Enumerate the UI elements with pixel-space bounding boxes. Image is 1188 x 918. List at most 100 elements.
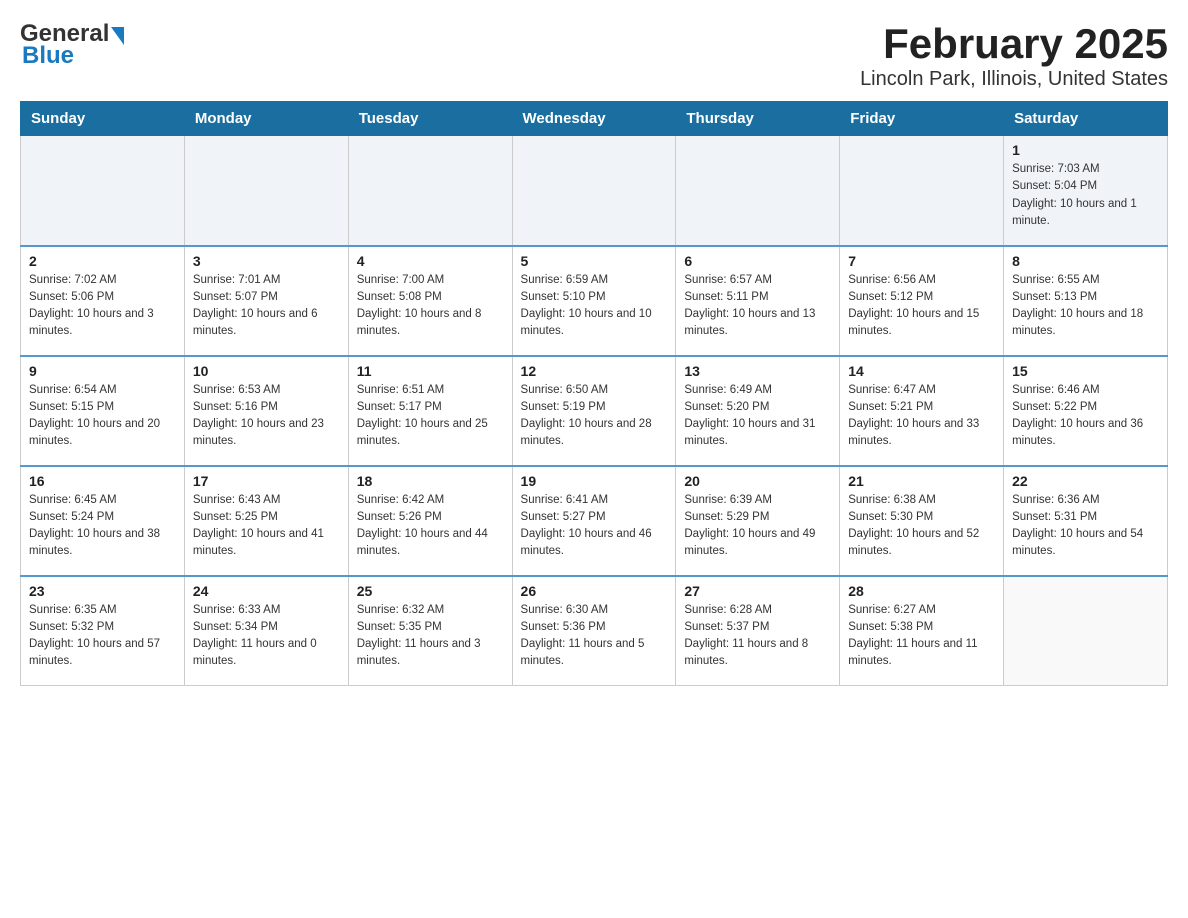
col-tuesday: Tuesday — [348, 102, 512, 136]
calendar-cell: 28 Sunrise: 6:27 AMSunset: 5:38 PMDayligh… — [840, 576, 1004, 686]
day-number: 9 — [29, 363, 176, 379]
day-number: 1 — [1012, 142, 1159, 158]
day-number: 16 — [29, 473, 176, 489]
day-info: Sunrise: 6:41 AMSunset: 5:27 PMDaylight:… — [521, 492, 668, 561]
day-number: 12 — [521, 363, 668, 379]
calendar-cell: 7 Sunrise: 6:56 AMSunset: 5:12 PMDaylight… — [840, 246, 1004, 356]
calendar-cell: 18 Sunrise: 6:42 AMSunset: 5:26 PMDayligh… — [348, 466, 512, 576]
calendar-cell: 15 Sunrise: 6:46 AMSunset: 5:22 PMDayligh… — [1004, 356, 1168, 466]
calendar-cell: 11 Sunrise: 6:51 AMSunset: 5:17 PMDayligh… — [348, 356, 512, 466]
day-info: Sunrise: 6:55 AMSunset: 5:13 PMDaylight:… — [1012, 272, 1159, 341]
logo-blue-text: Blue — [22, 42, 74, 70]
day-number: 14 — [848, 363, 995, 379]
day-info: Sunrise: 6:43 AMSunset: 5:25 PMDaylight:… — [193, 492, 340, 561]
calendar-cell: 14 Sunrise: 6:47 AMSunset: 5:21 PMDayligh… — [840, 356, 1004, 466]
calendar-cell: 17 Sunrise: 6:43 AMSunset: 5:25 PMDayligh… — [184, 466, 348, 576]
page-subtitle: Lincoln Park, Illinois, United States — [860, 68, 1168, 91]
day-number: 20 — [684, 473, 831, 489]
day-number: 21 — [848, 473, 995, 489]
calendar-cell: 22 Sunrise: 6:36 AMSunset: 5:31 PMDayligh… — [1004, 466, 1168, 576]
calendar-week-row: 1 Sunrise: 7:03 AMSunset: 5:04 PMDaylight… — [21, 136, 1168, 246]
calendar-cell: 24 Sunrise: 6:33 AMSunset: 5:34 PMDayligh… — [184, 576, 348, 686]
day-info: Sunrise: 6:53 AMSunset: 5:16 PMDaylight:… — [193, 382, 340, 451]
calendar-cell — [512, 136, 676, 246]
day-info: Sunrise: 6:28 AMSunset: 5:37 PMDaylight:… — [684, 602, 831, 671]
col-saturday: Saturday — [1004, 102, 1168, 136]
calendar-cell: 10 Sunrise: 6:53 AMSunset: 5:16 PMDayligh… — [184, 356, 348, 466]
day-number: 28 — [848, 583, 995, 599]
day-number: 11 — [357, 363, 504, 379]
day-info: Sunrise: 6:39 AMSunset: 5:29 PMDaylight:… — [684, 492, 831, 561]
day-info: Sunrise: 6:47 AMSunset: 5:21 PMDaylight:… — [848, 382, 995, 451]
day-info: Sunrise: 6:50 AMSunset: 5:19 PMDaylight:… — [521, 382, 668, 451]
calendar-cell: 13Sunrise: 6:49 AMSunset: 5:20 PMDayligh… — [676, 356, 840, 466]
calendar-cell: 2 Sunrise: 7:02 AMSunset: 5:06 PMDaylight… — [21, 246, 185, 356]
calendar-week-row: 2 Sunrise: 7:02 AMSunset: 5:06 PMDaylight… — [21, 246, 1168, 356]
calendar-cell — [184, 136, 348, 246]
day-number: 18 — [357, 473, 504, 489]
day-number: 6 — [684, 253, 831, 269]
col-monday: Monday — [184, 102, 348, 136]
day-number: 10 — [193, 363, 340, 379]
day-info: Sunrise: 6:27 AMSunset: 5:38 PMDaylight:… — [848, 602, 995, 671]
calendar-cell: 25 Sunrise: 6:32 AMSunset: 5:35 PMDayligh… — [348, 576, 512, 686]
day-number: 17 — [193, 473, 340, 489]
day-info: Sunrise: 6:33 AMSunset: 5:34 PMDaylight:… — [193, 602, 340, 671]
day-number: 23 — [29, 583, 176, 599]
day-number: 2 — [29, 253, 176, 269]
day-info: Sunrise: 6:36 AMSunset: 5:31 PMDaylight:… — [1012, 492, 1159, 561]
calendar-header-row: Sunday Monday Tuesday Wednesday Thursday… — [21, 102, 1168, 136]
calendar-cell: 6 Sunrise: 6:57 AMSunset: 5:11 PMDaylight… — [676, 246, 840, 356]
page-title: February 2025 — [860, 20, 1168, 68]
calendar-cell: 16 Sunrise: 6:45 AMSunset: 5:24 PMDayligh… — [21, 466, 185, 576]
day-number: 4 — [357, 253, 504, 269]
logo-triangle-icon — [111, 27, 124, 45]
day-info: Sunrise: 7:00 AMSunset: 5:08 PMDaylight:… — [357, 272, 504, 341]
day-info: Sunrise: 6:42 AMSunset: 5:26 PMDaylight:… — [357, 492, 504, 561]
calendar-cell — [676, 136, 840, 246]
day-number: 27 — [684, 583, 831, 599]
day-info: Sunrise: 6:35 AMSunset: 5:32 PMDaylight:… — [29, 602, 176, 671]
col-thursday: Thursday — [676, 102, 840, 136]
calendar-cell: 4 Sunrise: 7:00 AMSunset: 5:08 PMDaylight… — [348, 246, 512, 356]
day-info: Sunrise: 6:32 AMSunset: 5:35 PMDaylight:… — [357, 602, 504, 671]
day-info: Sunrise: 6:38 AMSunset: 5:30 PMDaylight:… — [848, 492, 995, 561]
calendar-cell: 1 Sunrise: 7:03 AMSunset: 5:04 PMDaylight… — [1004, 136, 1168, 246]
calendar-cell: 19 Sunrise: 6:41 AMSunset: 5:27 PMDayligh… — [512, 466, 676, 576]
calendar-cell: 3 Sunrise: 7:01 AMSunset: 5:07 PMDaylight… — [184, 246, 348, 356]
col-sunday: Sunday — [21, 102, 185, 136]
calendar-cell: 5Sunrise: 6:59 AMSunset: 5:10 PMDaylight… — [512, 246, 676, 356]
calendar-cell: 9Sunrise: 6:54 AMSunset: 5:15 PMDaylight… — [21, 356, 185, 466]
day-info: Sunrise: 6:45 AMSunset: 5:24 PMDaylight:… — [29, 492, 176, 561]
day-number: 15 — [1012, 363, 1159, 379]
day-info: Sunrise: 6:46 AMSunset: 5:22 PMDaylight:… — [1012, 382, 1159, 451]
day-number: 19 — [521, 473, 668, 489]
calendar-cell — [1004, 576, 1168, 686]
calendar-cell: 21 Sunrise: 6:38 AMSunset: 5:30 PMDayligh… — [840, 466, 1004, 576]
day-info: Sunrise: 6:59 AMSunset: 5:10 PMDaylight:… — [521, 272, 668, 341]
calendar-week-row: 23 Sunrise: 6:35 AMSunset: 5:32 PMDayligh… — [21, 576, 1168, 686]
calendar-cell — [840, 136, 1004, 246]
calendar-cell: 27 Sunrise: 6:28 AMSunset: 5:37 PMDayligh… — [676, 576, 840, 686]
title-block: February 2025 Lincoln Park, Illinois, Un… — [860, 20, 1168, 91]
day-info: Sunrise: 6:51 AMSunset: 5:17 PMDaylight:… — [357, 382, 504, 451]
day-info: Sunrise: 7:02 AMSunset: 5:06 PMDaylight:… — [29, 272, 176, 341]
calendar-cell: 12 Sunrise: 6:50 AMSunset: 5:19 PMDayligh… — [512, 356, 676, 466]
day-number: 25 — [357, 583, 504, 599]
day-info: Sunrise: 6:56 AMSunset: 5:12 PMDaylight:… — [848, 272, 995, 341]
logo: General Blue — [20, 20, 124, 70]
day-number: 24 — [193, 583, 340, 599]
calendar-week-row: 16 Sunrise: 6:45 AMSunset: 5:24 PMDayligh… — [21, 466, 1168, 576]
day-number: 3 — [193, 253, 340, 269]
day-info: Sunrise: 6:57 AMSunset: 5:11 PMDaylight:… — [684, 272, 831, 341]
day-number: 7 — [848, 253, 995, 269]
day-info: Sunrise: 6:30 AMSunset: 5:36 PMDaylight:… — [521, 602, 668, 671]
day-info: Sunrise: 7:01 AMSunset: 5:07 PMDaylight:… — [193, 272, 340, 341]
day-number: 22 — [1012, 473, 1159, 489]
calendar-table: Sunday Monday Tuesday Wednesday Thursday… — [20, 101, 1168, 686]
calendar-cell: 23 Sunrise: 6:35 AMSunset: 5:32 PMDayligh… — [21, 576, 185, 686]
calendar-week-row: 9Sunrise: 6:54 AMSunset: 5:15 PMDaylight… — [21, 356, 1168, 466]
page-header: General Blue February 2025 Lincoln Park,… — [20, 20, 1168, 91]
calendar-cell: 26Sunrise: 6:30 AMSunset: 5:36 PMDayligh… — [512, 576, 676, 686]
day-info: Sunrise: 7:03 AMSunset: 5:04 PMDaylight:… — [1012, 161, 1159, 230]
